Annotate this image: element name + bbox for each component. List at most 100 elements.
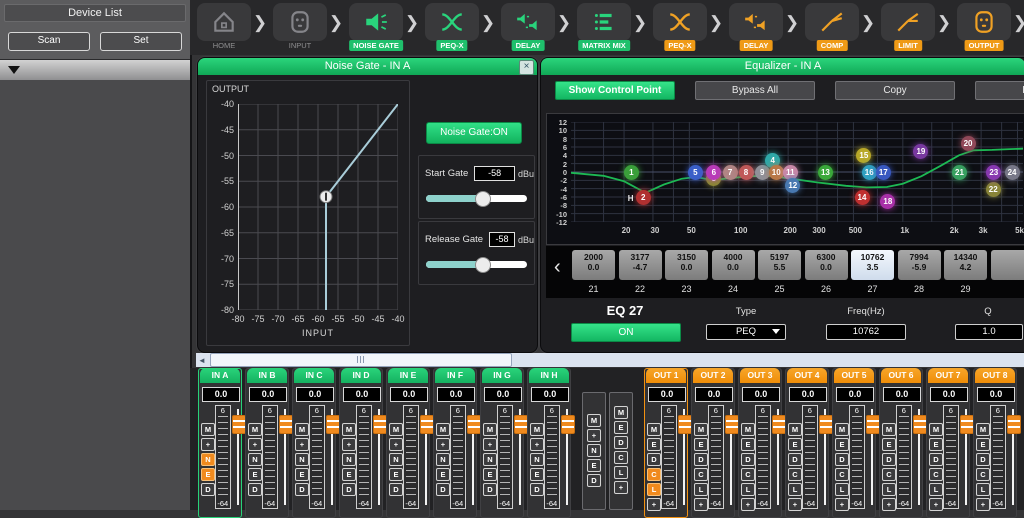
- channel-button-M[interactable]: M: [587, 414, 601, 427]
- channel-strip-out-5[interactable]: OUT 50.0MEDCL+6-64: [832, 368, 876, 518]
- channel-button-+[interactable]: +: [342, 438, 356, 451]
- channel-button-C[interactable]: C: [976, 468, 990, 481]
- channel-button-M[interactable]: M: [483, 423, 497, 436]
- channel-button-N[interactable]: N: [248, 453, 262, 466]
- channel-button-N[interactable]: N: [436, 453, 450, 466]
- channel-button-D[interactable]: D: [614, 436, 628, 449]
- band-cell-27[interactable]: 107623.5: [851, 250, 894, 280]
- channel-button-D[interactable]: D: [788, 453, 802, 466]
- eq-control-point-24[interactable]: 24: [1005, 165, 1020, 180]
- band-cell-28[interactable]: 7994-5.9: [898, 250, 941, 280]
- channel-strip-in-b[interactable]: IN B0.0M+NED6-64: [245, 368, 289, 518]
- channel-button-M[interactable]: M: [530, 423, 544, 436]
- channel-strip-out-1[interactable]: OUT 10.0MEDCL+6-64: [644, 368, 688, 518]
- toolbar-item-delay[interactable]: DELAY: [728, 3, 784, 49]
- channel-button-M[interactable]: M: [788, 423, 802, 436]
- channel-gain-value[interactable]: 0.0: [742, 387, 780, 402]
- channel-button-E[interactable]: E: [483, 468, 497, 481]
- channel-strip-out-4[interactable]: OUT 40.0MEDCL+6-64: [785, 368, 829, 518]
- show-control-point-button[interactable]: Show Control Point: [555, 81, 675, 100]
- channel-button-M[interactable]: M: [389, 423, 403, 436]
- channel-button-E[interactable]: E: [436, 468, 450, 481]
- fader-handle[interactable]: [866, 415, 880, 434]
- eq-control-point-13[interactable]: 13: [818, 165, 833, 180]
- channel-tab[interactable]: OUT 8: [975, 368, 1015, 383]
- channel-tab[interactable]: IN D: [341, 368, 381, 383]
- eq-control-point-16[interactable]: 16: [862, 165, 877, 180]
- channel-button-C[interactable]: C: [614, 451, 628, 464]
- channel-button-C[interactable]: C: [741, 468, 755, 481]
- channel-tab[interactable]: IN A: [200, 368, 240, 383]
- fader-handle[interactable]: [725, 415, 739, 434]
- channel-button-N[interactable]: N: [530, 453, 544, 466]
- scrollbar-thumb[interactable]: [210, 353, 512, 367]
- fader-handle[interactable]: [232, 415, 246, 434]
- channel-button-C[interactable]: C: [647, 468, 661, 481]
- channel-gain-value[interactable]: 0.0: [202, 387, 240, 402]
- toolbar-item-noise-gate[interactable]: NOISE GATE: [348, 3, 404, 49]
- channel-tab[interactable]: IN H: [529, 368, 569, 383]
- channel-strip-out-7[interactable]: OUT 70.0MEDCL+6-64: [926, 368, 970, 518]
- channel-button-D[interactable]: D: [248, 483, 262, 496]
- channel-tab[interactable]: OUT 1: [646, 368, 686, 383]
- channel-button-+[interactable]: +: [530, 438, 544, 451]
- eq-plot-area[interactable]: 12H3567894101112131415161718192120222324: [571, 122, 1023, 222]
- band-cell-next[interactable]: [991, 250, 1024, 280]
- toolbar-item-delay[interactable]: DELAY: [500, 3, 556, 49]
- channel-button-E[interactable]: E: [741, 438, 755, 451]
- channel-button-+[interactable]: +: [741, 498, 755, 511]
- channel-button-D[interactable]: D: [389, 483, 403, 496]
- channel-button-D[interactable]: D: [483, 483, 497, 496]
- set-button[interactable]: Set: [100, 32, 182, 51]
- band-prev-icon[interactable]: ‹: [554, 256, 561, 279]
- eq-control-point-1[interactable]: 1: [624, 165, 639, 180]
- eq-on-button[interactable]: ON: [571, 323, 681, 342]
- channel-button-D[interactable]: D: [976, 453, 990, 466]
- channel-button-+[interactable]: +: [483, 438, 497, 451]
- scroll-left-icon[interactable]: ◄: [196, 356, 208, 365]
- channel-button-D[interactable]: D: [201, 483, 215, 496]
- channel-gain-value[interactable]: 0.0: [390, 387, 428, 402]
- fader-handle[interactable]: [467, 415, 481, 434]
- channel-button-E[interactable]: E: [694, 438, 708, 451]
- channel-button-C[interactable]: C: [835, 468, 849, 481]
- channel-button-M[interactable]: M: [248, 423, 262, 436]
- toolbar-item-matrix-mix[interactable]: MATRIX MIX: [576, 3, 632, 49]
- channel-button-N[interactable]: N: [483, 453, 497, 466]
- channel-button-E[interactable]: E: [389, 468, 403, 481]
- channel-strip-in-a[interactable]: IN A0.0M+NED6-64: [198, 368, 242, 518]
- channel-gain-value[interactable]: 0.0: [836, 387, 874, 402]
- channel-button-M[interactable]: M: [741, 423, 755, 436]
- channel-gain-value[interactable]: 0.0: [930, 387, 968, 402]
- channel-button-E[interactable]: E: [788, 438, 802, 451]
- channel-strip-out-6[interactable]: OUT 60.0MEDCL+6-64: [879, 368, 923, 518]
- fader-handle[interactable]: [772, 415, 786, 434]
- channel-button-L[interactable]: L: [929, 483, 943, 496]
- channel-button-L[interactable]: L: [835, 483, 849, 496]
- eq-control-point-5[interactable]: 5: [688, 165, 703, 180]
- band-cell-29[interactable]: 143404.2: [944, 250, 987, 280]
- channel-button-+[interactable]: +: [295, 438, 309, 451]
- channel-button-E[interactable]: E: [882, 438, 896, 451]
- channel-button-+[interactable]: +: [882, 498, 896, 511]
- eq-control-point-8[interactable]: 8: [739, 165, 754, 180]
- channel-button-N[interactable]: N: [389, 453, 403, 466]
- fader-handle[interactable]: [913, 415, 927, 434]
- channel-button-+[interactable]: +: [614, 481, 628, 494]
- channel-tab[interactable]: IN G: [482, 368, 522, 383]
- paste-button[interactable]: Paste: [975, 81, 1024, 100]
- channel-button-M[interactable]: M: [295, 423, 309, 436]
- channel-gain-value[interactable]: 0.0: [695, 387, 733, 402]
- channel-tab[interactable]: IN B: [247, 368, 287, 383]
- release-gate-slider-knob[interactable]: [475, 257, 491, 273]
- channel-gain-value[interactable]: 0.0: [249, 387, 287, 402]
- channel-button-N[interactable]: N: [342, 453, 356, 466]
- channel-button-E[interactable]: E: [835, 438, 849, 451]
- band-cell-26[interactable]: 63000.0: [805, 250, 848, 280]
- channel-button-D[interactable]: D: [929, 453, 943, 466]
- channel-gain-value[interactable]: 0.0: [437, 387, 475, 402]
- channel-strip-in-h[interactable]: IN H0.0M+NED6-64: [527, 368, 571, 518]
- channel-button-E[interactable]: E: [342, 468, 356, 481]
- channel-button-D[interactable]: D: [647, 453, 661, 466]
- eq-control-point-7[interactable]: 7: [723, 165, 738, 180]
